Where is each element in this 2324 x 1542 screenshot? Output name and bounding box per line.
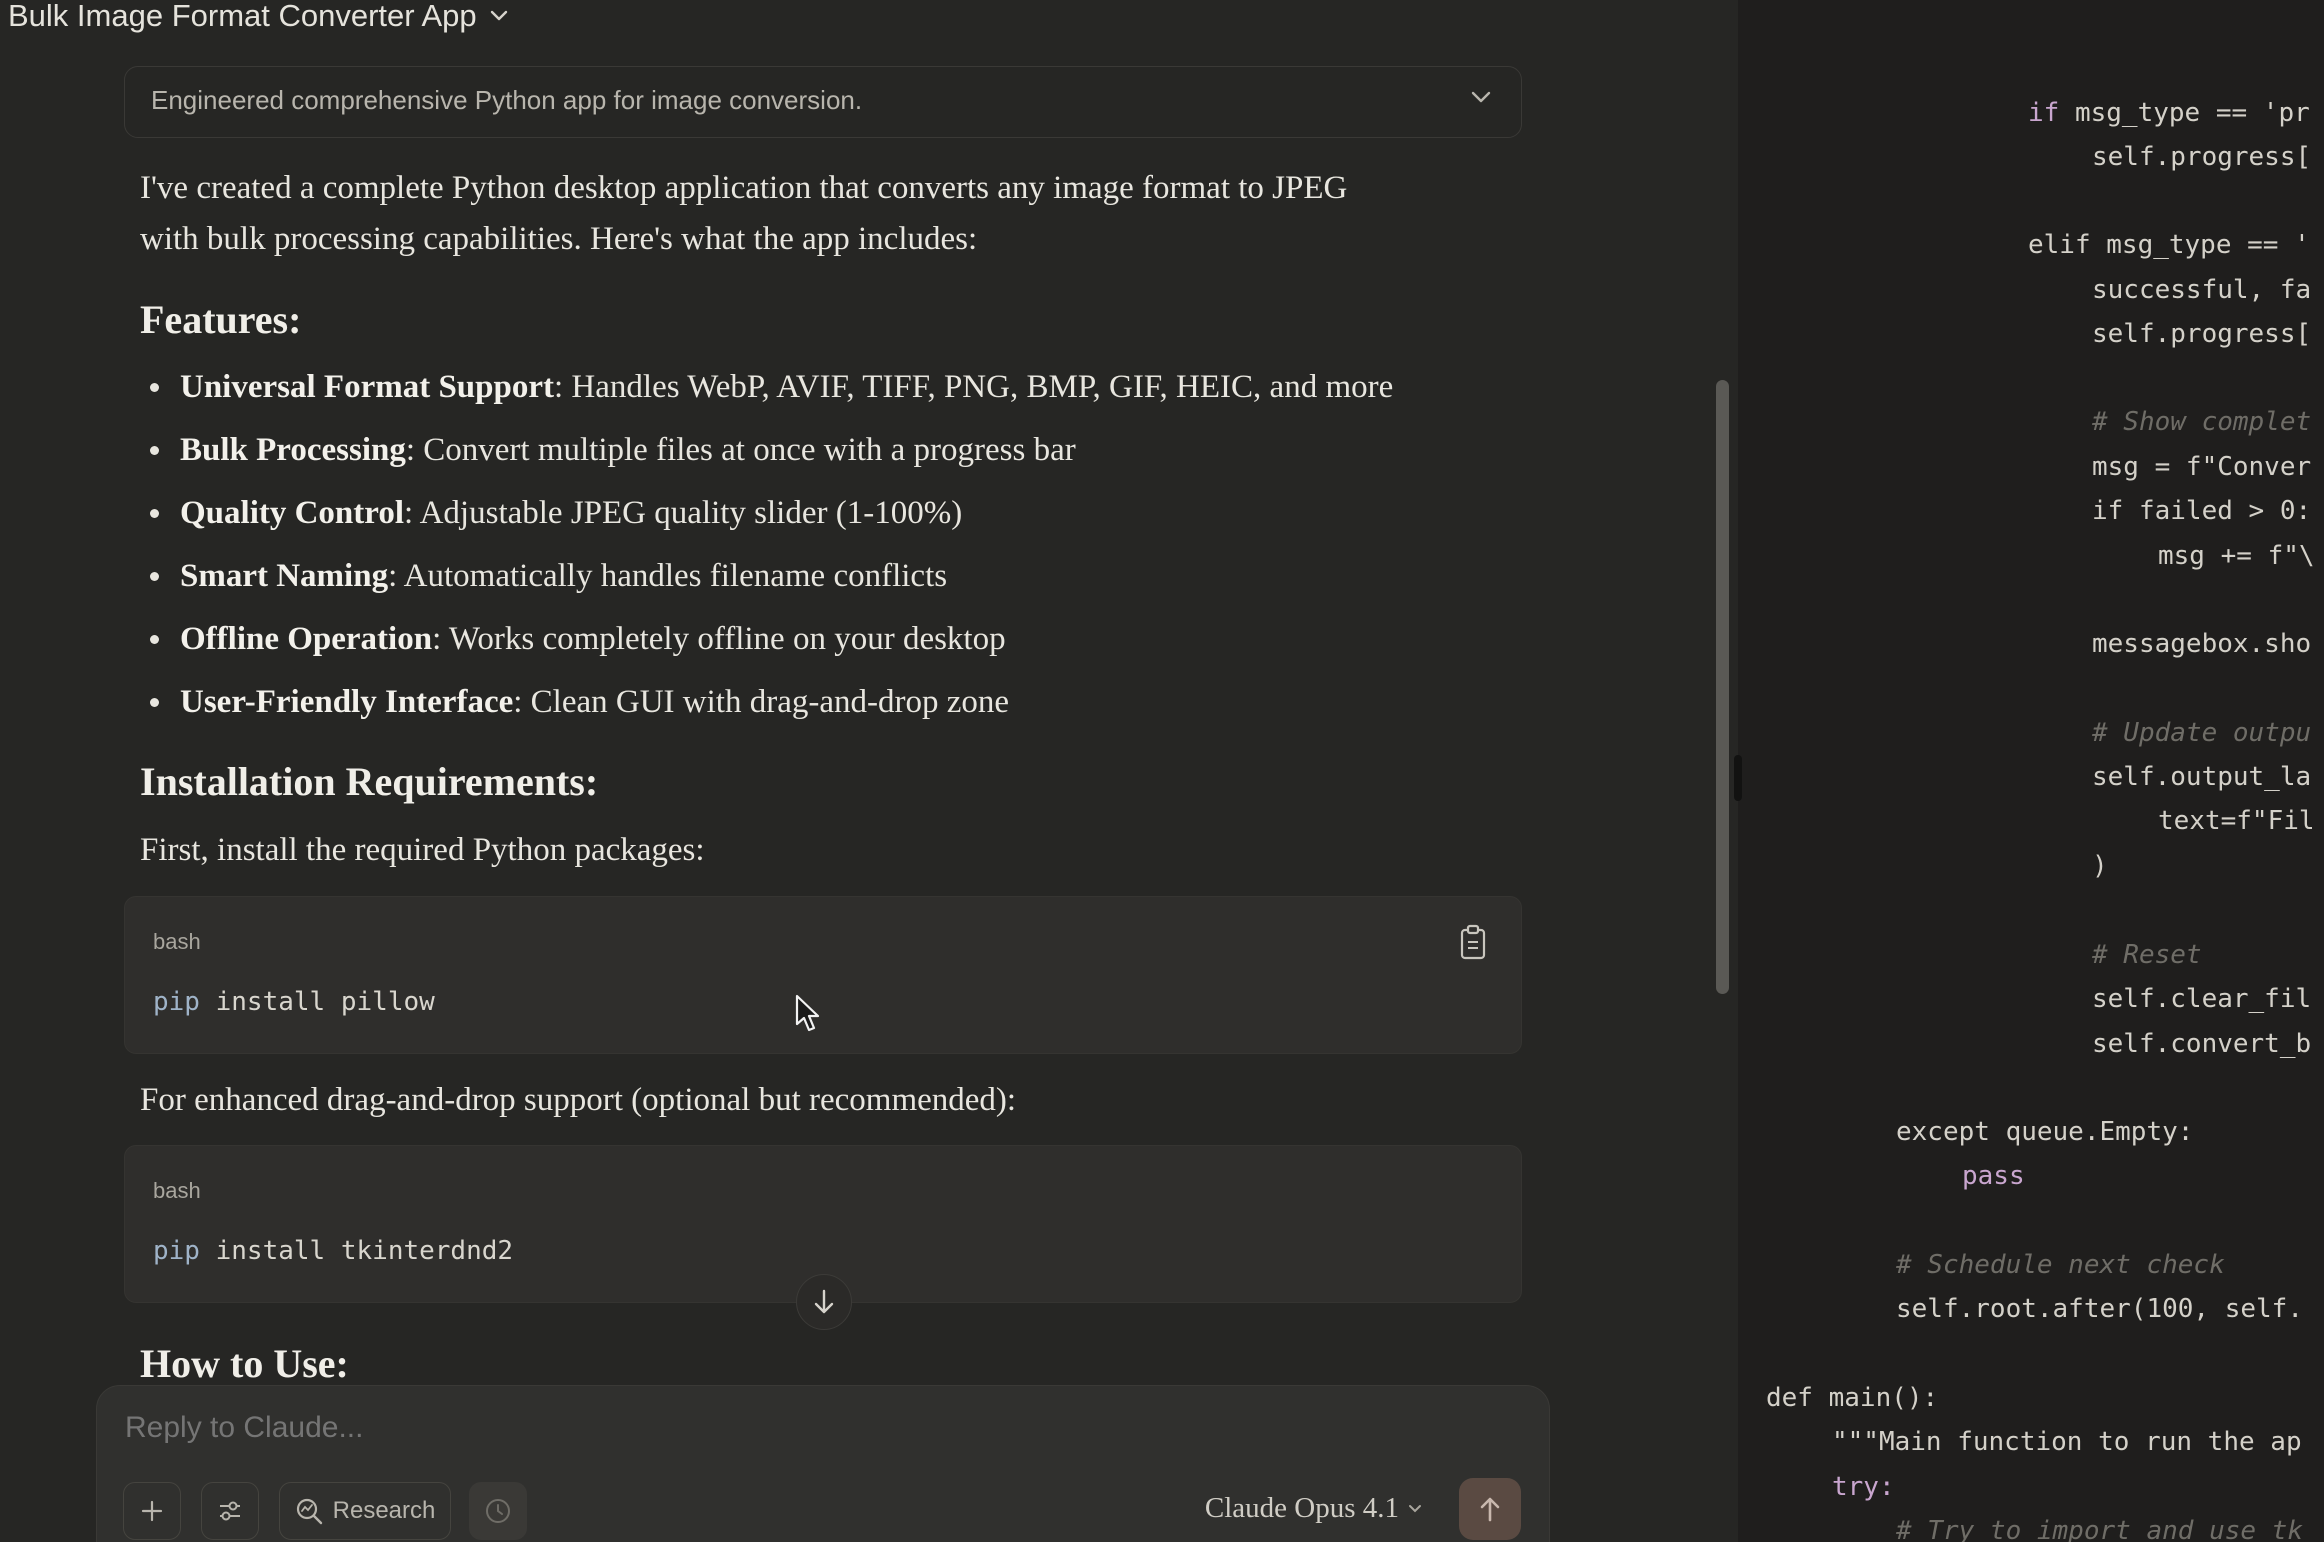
list-item: Universal Format Support: Handles WebP, … bbox=[150, 356, 1393, 419]
code-line: messagebox.sho bbox=[2092, 629, 2312, 659]
bullet-icon bbox=[150, 509, 159, 518]
code-block: bash pip install pillow bbox=[124, 896, 1522, 1054]
arrow-up-icon bbox=[1480, 1497, 1500, 1522]
feature-title: Offline Operation bbox=[180, 621, 433, 657]
scroll-to-bottom-button[interactable] bbox=[796, 1274, 852, 1330]
code-line: self.root.after(100, self. bbox=[1896, 1294, 2303, 1324]
feature-desc: : Automatically handles filename conflic… bbox=[388, 558, 948, 594]
code-line: successful, fa bbox=[2092, 275, 2312, 305]
research-label: Research bbox=[332, 1497, 436, 1524]
installation-heading: Installation Requirements: bbox=[140, 759, 599, 804]
list-item: Offline Operation: Works completely offl… bbox=[150, 608, 1393, 671]
extended-thinking-button[interactable] bbox=[469, 1482, 527, 1540]
code-line: elif msg_type == ' bbox=[2028, 230, 2310, 260]
feature-title: Quality Control bbox=[180, 495, 404, 531]
feature-desc: : Convert multiple files at once with a … bbox=[405, 432, 1076, 468]
chevron-down-icon bbox=[489, 9, 509, 23]
code-comment: # Update outpu bbox=[2092, 718, 2312, 748]
code-line: """Main function to run the ap bbox=[1832, 1427, 2302, 1457]
feature-desc: : Handles WebP, AVIF, TIFF, PNG, BMP, GI… bbox=[554, 369, 1394, 405]
code-line: msg += f"\ bbox=[2158, 541, 2315, 571]
list-item: Quality Control: Adjustable JPEG quality… bbox=[150, 482, 1393, 545]
code-line: self.progress[ bbox=[2092, 319, 2312, 349]
code-line: try: bbox=[1832, 1472, 1895, 1502]
features-list: Universal Format Support: Handles WebP, … bbox=[150, 356, 1393, 734]
bullet-icon bbox=[150, 572, 159, 581]
chevron-down-icon[interactable] bbox=[1469, 89, 1493, 110]
bullet-icon bbox=[150, 383, 159, 392]
code-line: def main(): bbox=[1766, 1383, 1939, 1413]
code-line: if failed > 0: bbox=[2092, 496, 2312, 526]
code-command: pip install tkinterdnd2 bbox=[153, 1236, 514, 1266]
clock-icon bbox=[486, 1499, 510, 1523]
send-button[interactable] bbox=[1459, 1478, 1521, 1540]
code-line: except queue.Empty: bbox=[1896, 1117, 2194, 1147]
reply-input[interactable] bbox=[123, 1410, 1127, 1446]
bullet-icon bbox=[150, 446, 159, 455]
code-line: self.convert_b bbox=[2092, 1029, 2312, 1059]
copy-button[interactable] bbox=[1457, 923, 1489, 961]
feature-desc: : Adjustable JPEG quality slider (1-100%… bbox=[404, 495, 963, 531]
add-attachment-button[interactable] bbox=[123, 1482, 181, 1540]
code-line: self.progress[ bbox=[2092, 142, 2312, 172]
dnd-intro: For enhanced drag-and-drop support (opti… bbox=[140, 1082, 1017, 1118]
chat-panel: Bulk Image Format Converter App Engineer… bbox=[0, 0, 1738, 1542]
tools-button[interactable] bbox=[201, 1482, 259, 1540]
intro-line: with bulk processing capabilities. Here'… bbox=[140, 221, 978, 257]
feature-desc: : Works completely offline on your deskt… bbox=[432, 621, 1006, 657]
feature-title: Bulk Processing bbox=[180, 432, 406, 468]
plus-icon bbox=[141, 1500, 163, 1522]
feature-title: Universal Format Support bbox=[180, 369, 554, 405]
code-command: pip install pillow bbox=[153, 987, 435, 1017]
chevron-down-icon bbox=[1409, 1504, 1421, 1512]
model-name: Claude Opus 4.1 bbox=[1204, 1492, 1399, 1524]
code-comment: # Schedule next check bbox=[1896, 1250, 2225, 1280]
install-intro: First, install the required Python packa… bbox=[140, 832, 705, 868]
code-comment: # Try to import and use tk bbox=[1896, 1516, 2303, 1542]
code-language-label: bash bbox=[153, 1178, 201, 1203]
code-language-label: bash bbox=[153, 929, 201, 954]
code-artifact-panel: if msg_type == 'pr self.progress[ elif m… bbox=[1738, 0, 2324, 1542]
code-line: self.clear_fil bbox=[2092, 984, 2312, 1014]
mouse-cursor-icon bbox=[794, 994, 822, 1039]
code-line: ) bbox=[2092, 851, 2108, 881]
thinking-summary[interactable]: Engineered comprehensive Python app for … bbox=[124, 66, 1522, 138]
feature-desc: : Clean GUI with drag-and-drop zone bbox=[513, 684, 1010, 720]
code-line: pass bbox=[1962, 1161, 2025, 1191]
search-icon bbox=[296, 1498, 322, 1525]
how-to-use-heading: How to Use: bbox=[140, 1341, 349, 1386]
list-item: Smart Naming: Automatically handles file… bbox=[150, 545, 1393, 608]
conversation-title-text: Bulk Image Format Converter App bbox=[8, 0, 477, 33]
code-line: self.output_la bbox=[2092, 762, 2312, 792]
message-composer: Research Claude Opus 4.1 bbox=[96, 1385, 1550, 1542]
arrow-down-icon bbox=[814, 1289, 834, 1314]
code-line: text=f"Fil bbox=[2158, 806, 2315, 836]
list-item: User-Friendly Interface: Clean GUI with … bbox=[150, 671, 1393, 734]
feature-title: User-Friendly Interface bbox=[180, 684, 514, 720]
feature-title: Smart Naming bbox=[180, 558, 389, 594]
bullet-icon bbox=[150, 698, 159, 707]
conversation-title[interactable]: Bulk Image Format Converter App bbox=[8, 0, 509, 36]
model-selector[interactable]: Claude Opus 4.1 bbox=[1205, 1492, 1423, 1525]
sliders-icon bbox=[220, 1501, 240, 1521]
clipboard-icon bbox=[1460, 924, 1486, 960]
bullet-icon bbox=[150, 635, 159, 644]
research-button[interactable]: Research bbox=[279, 1482, 451, 1540]
list-item: Bulk Processing: Convert multiple files … bbox=[150, 419, 1393, 482]
chat-scrollbar[interactable] bbox=[1716, 380, 1729, 994]
code-comment: # Reset bbox=[2092, 940, 2202, 970]
features-heading: Features: bbox=[140, 297, 302, 342]
code-line: msg = f"Conver bbox=[2092, 452, 2312, 482]
thinking-summary-text: Engineered comprehensive Python app for … bbox=[151, 85, 863, 115]
intro-paragraph: I've created a complete Python desktop a… bbox=[140, 163, 1347, 265]
intro-line: I've created a complete Python desktop a… bbox=[140, 170, 1348, 206]
code-comment: # Show complet bbox=[2092, 407, 2312, 437]
code-line: if msg_type == 'pr bbox=[2028, 98, 2310, 128]
panel-resize-handle[interactable] bbox=[1734, 755, 1742, 801]
